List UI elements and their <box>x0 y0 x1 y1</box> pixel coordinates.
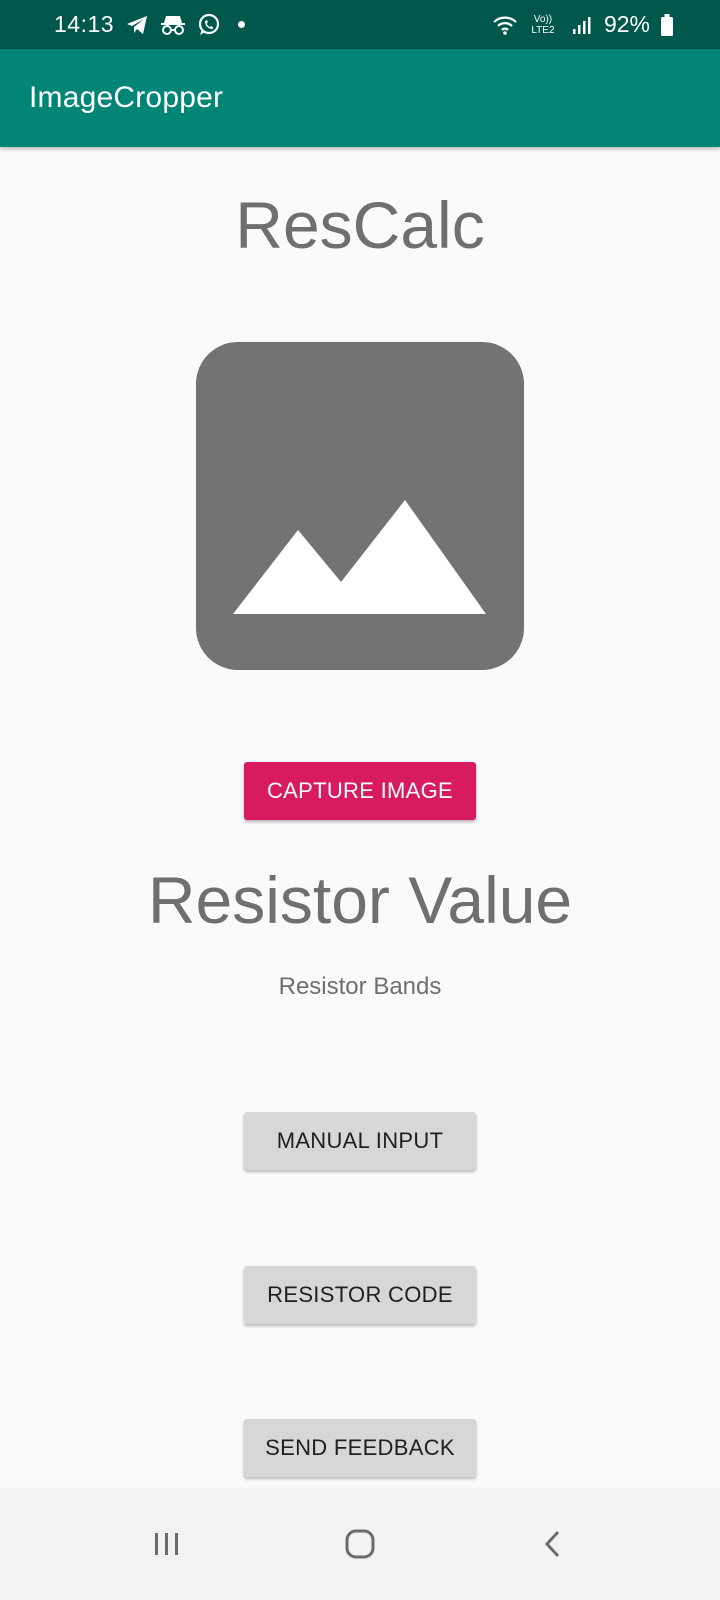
wifi-icon <box>492 13 518 37</box>
navigation-bar <box>0 1488 720 1600</box>
network-label: Vo)) LTE2 <box>531 13 555 36</box>
recent-apps-icon[interactable] <box>132 1509 202 1579</box>
app-name-heading: ResCalc <box>235 188 485 262</box>
status-left: 14:13 <box>54 11 246 38</box>
status-right: Vo)) LTE2 92% <box>492 11 674 38</box>
whatsapp-icon <box>196 13 222 37</box>
incognito-icon <box>160 13 186 37</box>
home-icon[interactable] <box>325 1509 395 1579</box>
send-feedback-button[interactable]: SEND FEEDBACK <box>244 1419 476 1477</box>
image-placeholder-icon <box>196 342 524 670</box>
telegram-icon <box>124 13 150 37</box>
main-content: ResCalc CAPTURE IMAGE Resistor Value Res… <box>0 147 720 1488</box>
status-bar: 14:13 Vo)) LTE2 92% <box>0 0 720 49</box>
battery-percent: 92% <box>603 11 650 37</box>
resistor-value-text: Resistor Value <box>147 863 573 937</box>
battery-icon <box>660 13 674 37</box>
back-icon[interactable] <box>518 1509 588 1579</box>
resistor-bands-text: Resistor Bands <box>278 973 442 1000</box>
status-time: 14:13 <box>54 11 115 37</box>
capture-image-button[interactable]: CAPTURE IMAGE <box>244 762 476 820</box>
resistor-code-button[interactable]: RESISTOR CODE <box>244 1266 476 1324</box>
app-bar: ImageCropper <box>0 49 720 147</box>
notification-dot-icon <box>238 21 246 28</box>
app-bar-title: ImageCropper <box>29 81 224 114</box>
signal-icon <box>568 13 594 37</box>
manual-input-button[interactable]: MANUAL INPUT <box>244 1112 476 1170</box>
